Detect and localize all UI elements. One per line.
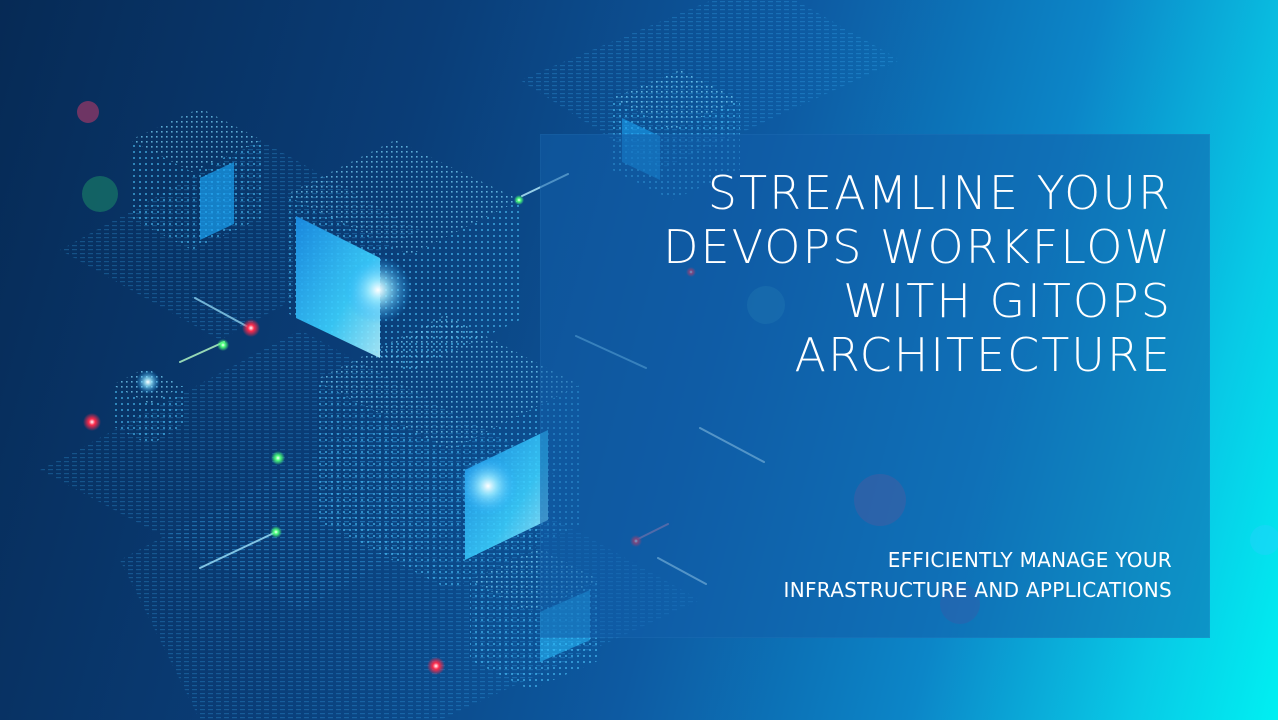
headline-line: STREAMLINE YOUR	[707, 166, 1172, 220]
subheadline: EFFICIENTLY MANAGE YOUR INFRASTRUCTURE A…	[612, 545, 1172, 605]
subheadline-line: EFFICIENTLY MANAGE YOUR	[887, 548, 1172, 572]
hero-banner: STREAMLINE YOUR DEVOPS WORKFLOW WITH GIT…	[0, 0, 1278, 720]
headline: STREAMLINE YOUR DEVOPS WORKFLOW WITH GIT…	[572, 166, 1172, 382]
headline-line: WITH GITOPS	[843, 274, 1172, 328]
subheadline-line: INFRASTRUCTURE AND APPLICATIONS	[783, 578, 1172, 602]
headline-line: DEVOPS WORKFLOW	[663, 220, 1172, 274]
headline-line: ARCHITECTURE	[794, 328, 1172, 382]
